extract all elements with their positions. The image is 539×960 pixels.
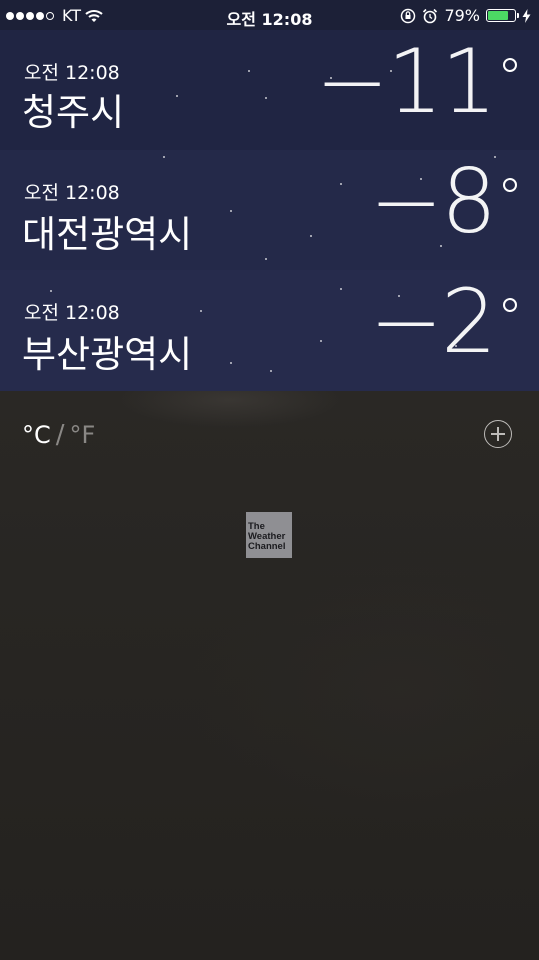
city-temperature: −2 (369, 270, 497, 373)
city-local-time: 오전 12:08 (24, 62, 120, 84)
sky-star (50, 290, 52, 292)
sky-star (340, 183, 342, 185)
sky-star (265, 97, 267, 99)
degree-mark-icon (503, 298, 517, 312)
city-row-daejeon[interactable]: 오전 12:08 대전광역시 −8 (0, 150, 539, 270)
battery-icon (486, 9, 519, 22)
city-row-cheongju[interactable]: 오전 12:08 청주시 −11 (0, 30, 539, 150)
sky-star (340, 288, 342, 290)
sky-star (420, 178, 422, 180)
battery-fill (488, 11, 509, 20)
degree-mark-icon (503, 178, 517, 192)
sky-star (265, 258, 267, 260)
battery-percent: 79% (444, 6, 480, 25)
sky-star (176, 95, 178, 97)
sky-star (200, 310, 202, 312)
sky-star (320, 340, 322, 342)
city-row-busan[interactable]: 오전 12:08 부산광역시 −2 (0, 270, 539, 391)
unit-fahrenheit[interactable]: °F (70, 421, 96, 449)
sky-star (248, 70, 250, 72)
sky-star (230, 210, 232, 212)
sky-star (455, 345, 457, 347)
status-right: 79% (400, 6, 531, 25)
city-name: 청주시 (22, 91, 125, 134)
unit-celsius[interactable]: °C (22, 421, 51, 449)
city-temperature: −11 (315, 30, 497, 133)
city-temperature: −8 (369, 150, 497, 253)
status-bar: KT 오전 12:08 79% (0, 0, 539, 30)
sky-star (330, 77, 332, 79)
sky-star (230, 362, 232, 364)
background-photo (0, 390, 539, 960)
sky-star (440, 245, 442, 247)
rotation-lock-icon (401, 8, 416, 23)
city-name: 부산광역시 (22, 333, 193, 376)
sky-star (494, 156, 496, 158)
unit-separator: / (55, 420, 65, 450)
sky-star (163, 156, 165, 158)
city-name: 대전광역시 (22, 213, 193, 256)
logo-line: Channel (248, 541, 286, 552)
plus-circle-icon[interactable] (484, 420, 512, 448)
degree-mark-icon (503, 58, 517, 72)
weather-channel-logo[interactable]: The Weather Channel (246, 512, 292, 558)
sky-star (270, 370, 272, 372)
charging-bolt-icon (522, 8, 531, 23)
sky-star (398, 295, 400, 297)
sky-star (390, 70, 392, 72)
temperature-unit-toggle[interactable]: °C / °F (22, 420, 95, 450)
city-local-time: 오전 12:08 (24, 302, 120, 324)
sky-star (310, 235, 312, 237)
alarm-icon (423, 8, 438, 23)
city-local-time: 오전 12:08 (24, 182, 120, 204)
